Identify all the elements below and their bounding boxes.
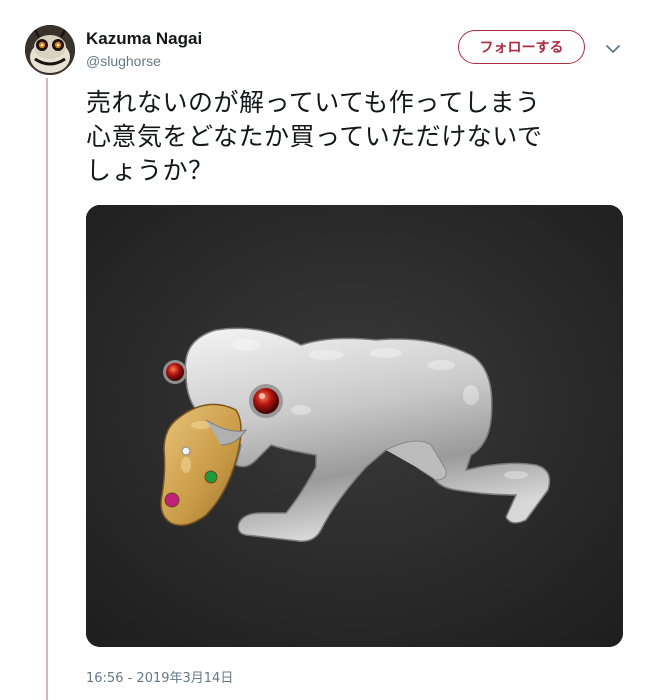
more-options-button[interactable] bbox=[600, 36, 626, 62]
thread-line bbox=[46, 78, 48, 700]
tweet-timestamp[interactable]: 16:56 - 2019年3月14日 bbox=[86, 667, 233, 686]
follow-button[interactable]: フォローする bbox=[458, 30, 585, 64]
user-handle[interactable]: @slughorse bbox=[86, 53, 161, 69]
avatar[interactable] bbox=[25, 25, 75, 75]
brooch-photo bbox=[86, 205, 623, 647]
chevron-down-icon bbox=[606, 44, 620, 53]
creature-avatar-icon bbox=[25, 25, 75, 75]
tweet-text: 売れないのが解っていても作ってしまう 心意気をどなたか買っていただけないで しょ… bbox=[86, 88, 543, 185]
tweet-photo[interactable] bbox=[86, 205, 623, 647]
display-name[interactable]: Kazuma Nagai bbox=[86, 29, 202, 49]
